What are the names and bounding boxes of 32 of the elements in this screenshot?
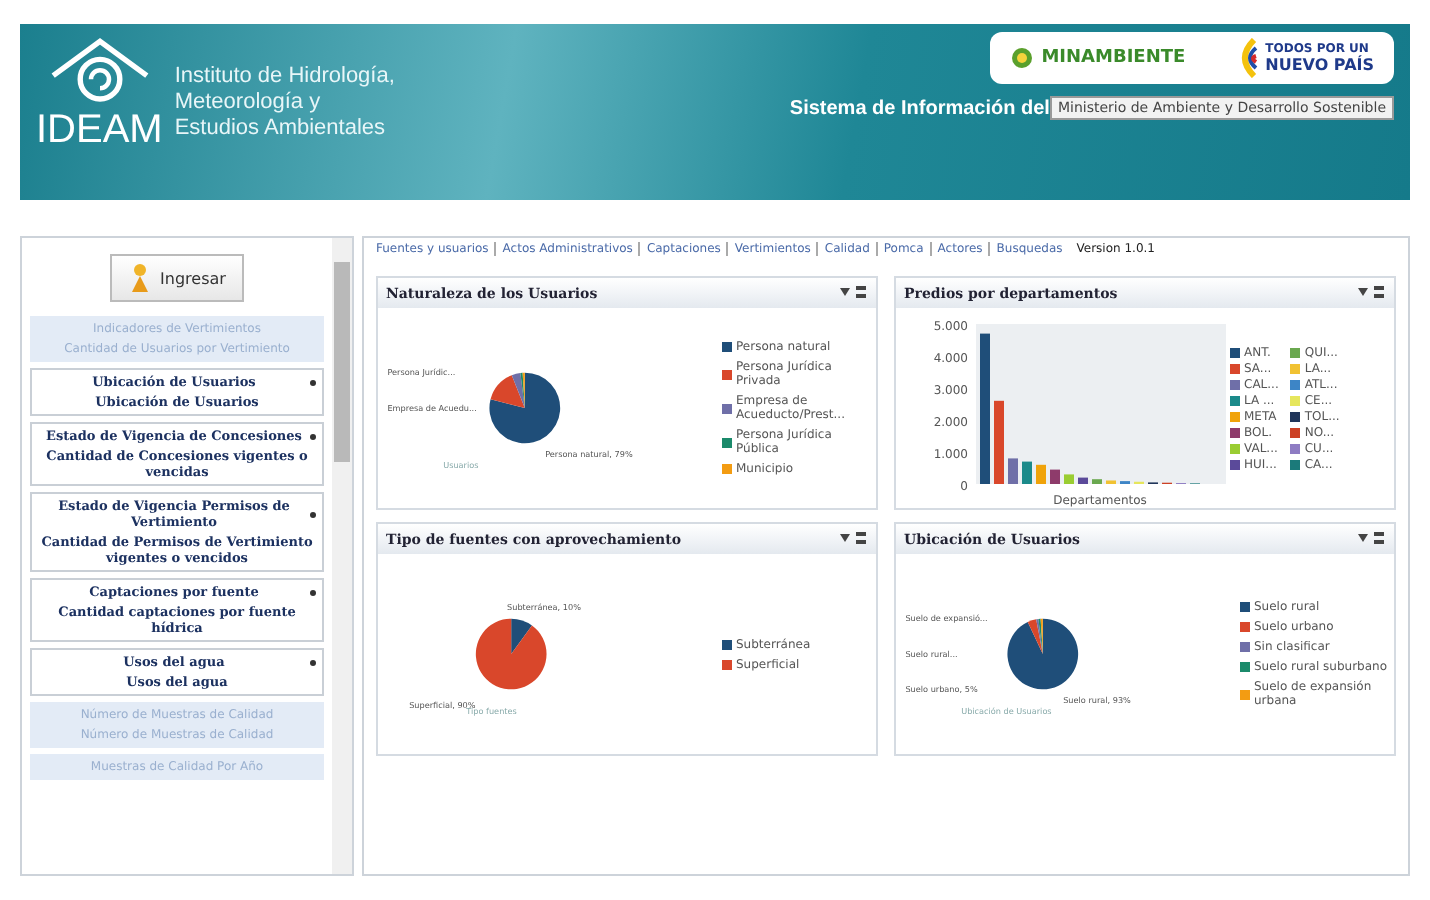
seal-icon	[1009, 46, 1034, 70]
bar[interactable]	[1078, 477, 1088, 484]
pie-slice[interactable]	[489, 372, 561, 444]
panel-controls-icon[interactable]	[1358, 532, 1386, 546]
bar[interactable]	[1050, 469, 1060, 484]
panel-controls-icon[interactable]	[840, 532, 868, 546]
bar[interactable]	[1008, 458, 1018, 484]
logo-text: IDEAM	[36, 108, 163, 154]
pie-slice[interactable]	[1027, 619, 1043, 654]
pie-slice[interactable]	[511, 618, 532, 654]
panel-controls-icon[interactable]	[840, 286, 868, 300]
institute-name: Instituto de Hidrología,	[174, 64, 395, 90]
pie-slice[interactable]	[1007, 618, 1079, 690]
panel-controls-icon[interactable]	[1358, 286, 1386, 300]
pie-slice[interactable]	[511, 372, 525, 408]
institute-name: Estudios Ambientales	[174, 116, 388, 142]
bar[interactable]	[1022, 461, 1032, 484]
bullet-icon	[310, 589, 316, 595]
bullet-icon	[310, 433, 316, 439]
login-button[interactable]: Ingresar	[110, 254, 244, 302]
scrollbar-thumb[interactable]	[334, 262, 350, 462]
pie-slice[interactable]	[475, 618, 547, 690]
ministry-logo-text: MINAMBIENTE	[1041, 48, 1186, 68]
user-key-icon	[128, 262, 153, 294]
bullet-icon	[310, 659, 316, 665]
bullet-icon	[310, 379, 316, 385]
bullet-icon	[310, 511, 316, 517]
scrollbar[interactable]	[332, 238, 352, 874]
institute-name: Meteorología y	[174, 90, 323, 116]
pie-slice[interactable]	[490, 375, 525, 408]
system-title: Sistema de Información del	[789, 97, 1050, 119]
slogan-text: NUEVO PAÍS	[1265, 56, 1374, 74]
